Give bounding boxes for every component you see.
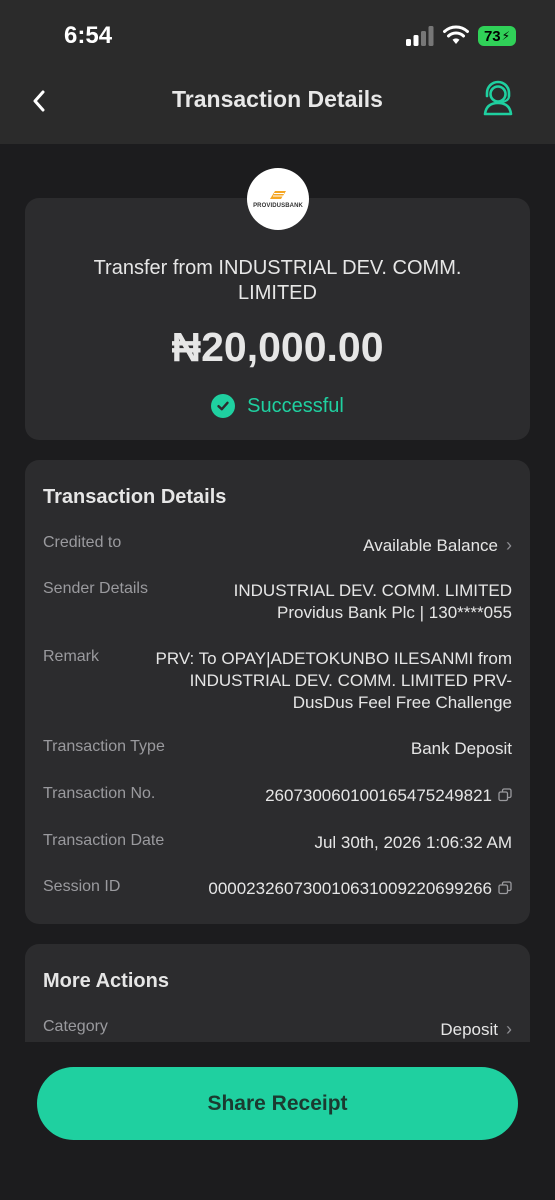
transaction-number-row: Transaction No. 260730060100165475249821 xyxy=(43,785,512,809)
remark-value: PRV: To OPAY|ADETOKUNBO ILESANMI from IN… xyxy=(156,648,512,714)
details-heading: Transaction Details xyxy=(43,486,227,508)
copy-icon[interactable] xyxy=(498,788,512,802)
charging-bolt-icon: ⚡ xyxy=(501,29,511,43)
transaction-date-label: Transaction Date xyxy=(43,832,165,849)
scroll-content[interactable]: PROVIDUSBANK Transfer from INDUSTRIAL DE… xyxy=(0,144,555,1042)
remark-line-3: DusDus Feel Free Challenge xyxy=(292,693,512,712)
sender-name: INDUSTRIAL DEV. COMM. LIMITED xyxy=(233,581,512,600)
transaction-number-value: 260730060100165475249821 xyxy=(265,786,492,805)
battery-level: 73 xyxy=(483,27,501,45)
transaction-amount: ₦20,000.00 xyxy=(171,324,384,370)
session-id-value-wrap: 000023260730010631009220699266 xyxy=(208,878,512,900)
transaction-date-row: Transaction Date Jul 30th, 2026 1:06:32 … xyxy=(43,832,512,856)
battery-indicator: 73 ⚡ xyxy=(478,26,516,46)
transaction-number-value-wrap: 260730060100165475249821 xyxy=(265,785,512,807)
session-id-label: Session ID xyxy=(43,878,121,895)
transaction-type-label: Transaction Type xyxy=(43,738,165,755)
category-row[interactable]: Category Deposit › xyxy=(43,1018,512,1042)
bank-logo-text: PROVIDUSBANK xyxy=(253,203,303,209)
status-time: 6:54 xyxy=(64,22,113,49)
copy-icon[interactable] xyxy=(498,881,512,895)
sender-details-label: Sender Details xyxy=(43,580,148,597)
category-value: Deposit xyxy=(440,1020,498,1039)
more-actions-heading: More Actions xyxy=(43,970,169,992)
status-bar: 6:54 73 ⚡ xyxy=(0,0,555,70)
transaction-summary-card: Transfer from INDUSTRIAL DEV. COMM. LIMI… xyxy=(25,198,530,440)
remark-line-1: PRV: To OPAY|ADETOKUNBO ILESANMI from xyxy=(155,649,512,668)
share-receipt-button[interactable]: Share Receipt xyxy=(37,1067,518,1140)
sender-details-row: Sender Details INDUSTRIAL DEV. COMM. LIM… xyxy=(43,580,512,626)
chevron-right-icon: › xyxy=(506,535,512,555)
remark-line-2: INDUSTRIAL DEV. COMM. LIMITED PRV- xyxy=(189,671,512,690)
category-value-wrap: Deposit › xyxy=(440,1018,512,1041)
transaction-date-value: Jul 30th, 2026 1:06:32 AM xyxy=(314,833,512,852)
more-actions-card: More Actions Category Deposit › xyxy=(25,944,530,1042)
session-id-row: Session ID 00002326073001063100922069926… xyxy=(43,878,512,902)
remark-row: Remark PRV: To OPAY|ADETOKUNBO ILESANMI … xyxy=(43,648,512,716)
status-badge: Successful xyxy=(247,394,344,417)
transfer-title: Transfer from INDUSTRIAL DEV. COMM. LIMI… xyxy=(93,257,462,304)
transaction-details-card: Transaction Details Credited to Availabl… xyxy=(25,460,530,924)
check-circle-icon xyxy=(211,394,236,418)
credited-to-row[interactable]: Credited to Available Balance › xyxy=(43,534,512,558)
category-label: Category xyxy=(43,1018,108,1035)
bank-logo: PROVIDUSBANK xyxy=(247,168,309,230)
nav-bar: Transaction Details xyxy=(0,70,555,144)
transaction-type-row: Transaction Type Bank Deposit xyxy=(43,738,512,762)
remark-label: Remark xyxy=(43,648,100,665)
chevron-right-icon: › xyxy=(506,1019,512,1039)
customer-support-icon[interactable] xyxy=(481,80,515,116)
sender-bank-account: Providus Bank Plc | 130****055 xyxy=(276,603,512,622)
providus-logo-mark-icon xyxy=(270,191,286,199)
transaction-number-label: Transaction No. xyxy=(43,785,156,802)
session-id-value: 000023260730010631009220699266 xyxy=(208,879,492,898)
sender-details-value: INDUSTRIAL DEV. COMM. LIMITED Providus B… xyxy=(234,580,512,624)
credited-to-label: Credited to xyxy=(43,534,122,551)
wifi-icon xyxy=(443,25,469,44)
credited-to-value-wrap: Available Balance › xyxy=(363,534,512,557)
status-row: Successful xyxy=(25,394,530,418)
page-title: Transaction Details xyxy=(172,86,383,112)
cellular-signal-icon xyxy=(406,26,434,46)
credited-to-value: Available Balance xyxy=(363,536,498,555)
transaction-type-value: Bank Deposit xyxy=(410,739,512,758)
